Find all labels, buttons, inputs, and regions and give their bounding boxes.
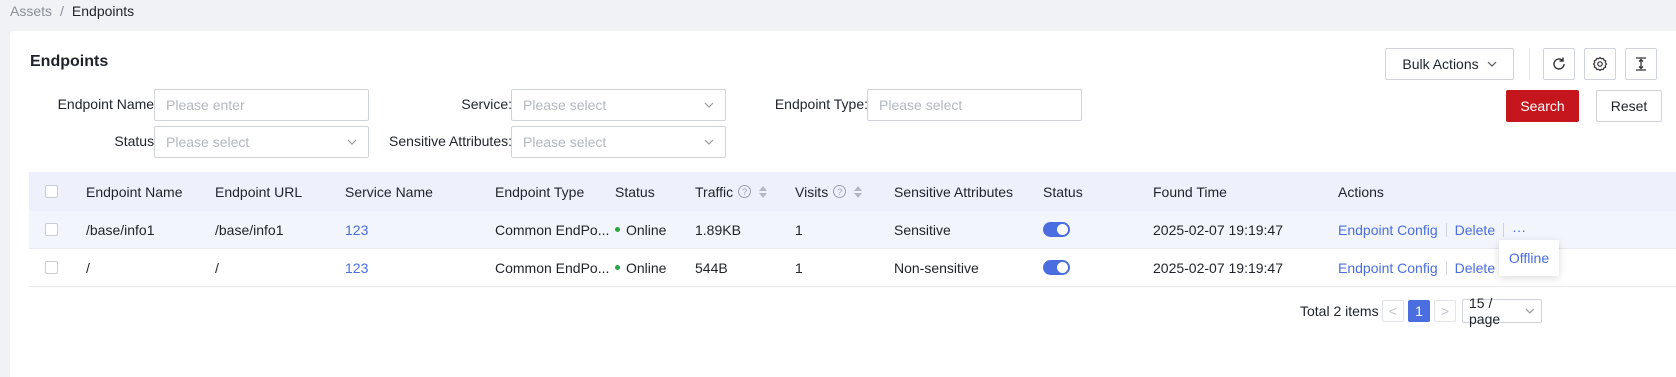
delete-link[interactable]: Delete bbox=[1455, 222, 1495, 238]
traffic-value: 544B bbox=[695, 259, 728, 276]
sensitive-attributes-select[interactable]: Please select bbox=[511, 126, 726, 158]
chevron-down-icon bbox=[704, 139, 714, 145]
actions-cell: Endpoint Config Delete ··· bbox=[1338, 211, 1526, 248]
endpoint-name-input[interactable]: Please enter bbox=[154, 89, 369, 121]
sensitive-attributes-placeholder: Please select bbox=[523, 134, 607, 150]
sort-icon[interactable] bbox=[759, 185, 768, 198]
delete-link[interactable]: Delete bbox=[1455, 260, 1495, 276]
service-name-link[interactable]: 123 bbox=[345, 249, 368, 286]
service-placeholder: Please select bbox=[523, 97, 607, 113]
help-icon: ? bbox=[738, 185, 752, 198]
endpoint-config-link[interactable]: Endpoint Config bbox=[1338, 260, 1438, 276]
chevron-down-icon bbox=[1487, 61, 1497, 67]
table-header: Endpoint Name Endpoint URL Service Name … bbox=[29, 172, 1676, 211]
endpoint-name: /base/info1 bbox=[86, 221, 155, 238]
search-button[interactable]: Search bbox=[1506, 90, 1579, 122]
select-all-checkbox[interactable] bbox=[45, 172, 58, 211]
more-actions-menu: Offline bbox=[1499, 240, 1559, 276]
column-service-name: Service Name bbox=[345, 183, 433, 200]
sensitive-attributes-label: Sensitive Attributes: bbox=[389, 133, 512, 149]
page-size-select[interactable]: 15 / page bbox=[1462, 295, 1542, 327]
endpoint-type-placeholder: Please select bbox=[879, 97, 963, 113]
endpoint-url: /base/info1 bbox=[215, 221, 284, 238]
column-endpoint-type: Endpoint Type bbox=[495, 183, 585, 200]
column-actions: Actions bbox=[1338, 183, 1384, 200]
density-button[interactable] bbox=[1625, 48, 1657, 80]
breadcrumb-current: Endpoints bbox=[71, 3, 135, 19]
toolbar-divider bbox=[1529, 48, 1530, 80]
breadcrumb-assets[interactable]: Assets bbox=[10, 3, 52, 19]
next-page-button[interactable]: > bbox=[1434, 300, 1456, 322]
sort-icon[interactable] bbox=[854, 185, 863, 198]
refresh-icon bbox=[1553, 57, 1565, 70]
endpoint-name: / bbox=[86, 259, 90, 276]
online-dot-icon bbox=[615, 265, 620, 270]
row-checkbox[interactable] bbox=[45, 249, 58, 286]
service-select[interactable]: Please select bbox=[511, 89, 726, 121]
more-actions-icon[interactable]: ··· bbox=[1512, 222, 1526, 238]
gear-icon bbox=[1592, 56, 1608, 72]
column-status: Status bbox=[615, 183, 655, 200]
found-time: 2025-02-07 19:19:47 bbox=[1153, 259, 1283, 276]
offline-menu-item[interactable]: Offline bbox=[1509, 250, 1549, 266]
prev-page-button[interactable]: < bbox=[1382, 300, 1404, 322]
bulk-actions-button[interactable]: Bulk Actions bbox=[1385, 48, 1514, 80]
chevron-down-icon bbox=[704, 102, 714, 108]
bulk-actions-label: Bulk Actions bbox=[1402, 56, 1479, 72]
endpoint-url: / bbox=[215, 259, 219, 276]
page-1-button[interactable]: 1 bbox=[1408, 300, 1430, 322]
chevron-down-icon bbox=[1525, 308, 1535, 314]
endpoints-card: Endpoints Bulk Actions Endpoint Name: Pl… bbox=[10, 31, 1676, 377]
endpoint-name-label: Endpoint Name: bbox=[57, 96, 158, 112]
actions-cell: Endpoint Config Delete bbox=[1338, 249, 1495, 286]
column-traffic[interactable]: Traffic? bbox=[695, 172, 768, 211]
visits-value: 1 bbox=[795, 259, 803, 276]
table-row: /base/info1 /base/info1 123 Common EndPo… bbox=[29, 211, 1676, 249]
settings-button[interactable] bbox=[1584, 48, 1616, 80]
status-label: Status: bbox=[114, 133, 158, 149]
column-found-time: Found Time bbox=[1153, 183, 1227, 200]
sensitive-value: Non-sensitive bbox=[894, 259, 979, 276]
action-divider bbox=[1445, 260, 1447, 275]
action-divider bbox=[1503, 222, 1505, 237]
sensitive-value: Sensitive bbox=[894, 221, 951, 238]
traffic-value: 1.89KB bbox=[695, 221, 741, 238]
help-icon: ? bbox=[833, 185, 847, 198]
endpoint-config-link[interactable]: Endpoint Config bbox=[1338, 222, 1438, 238]
endpoint-type-select[interactable]: Please select bbox=[867, 89, 1082, 121]
reset-button[interactable]: Reset bbox=[1596, 90, 1662, 122]
row-checkbox[interactable] bbox=[45, 211, 58, 248]
status-placeholder: Please select bbox=[166, 134, 250, 150]
column-visits[interactable]: Visits? bbox=[795, 172, 863, 211]
page-title: Endpoints bbox=[30, 53, 109, 70]
online-dot-icon bbox=[615, 227, 620, 232]
status-badge: Online bbox=[615, 211, 666, 248]
pagination-controls: < 1 > 15 / page bbox=[1382, 295, 1542, 327]
service-name-link[interactable]: 123 bbox=[345, 211, 368, 248]
endpoint-name-placeholder: Please enter bbox=[166, 97, 245, 113]
table-row: / / 123 Common EndPo... Online 544B 1 No… bbox=[29, 249, 1676, 287]
found-time: 2025-02-07 19:19:47 bbox=[1153, 221, 1283, 238]
endpoint-type: Common EndPo... bbox=[495, 221, 610, 238]
column-endpoint-name: Endpoint Name bbox=[86, 183, 183, 200]
page-size-label: 15 / page bbox=[1469, 295, 1501, 327]
status-toggle[interactable] bbox=[1043, 211, 1070, 248]
endpoint-type-label: Endpoint Type: bbox=[774, 96, 868, 112]
chevron-down-icon bbox=[347, 139, 357, 145]
status-toggle[interactable] bbox=[1043, 249, 1070, 286]
breadcrumb: Assets / Endpoints bbox=[10, 3, 134, 19]
column-sensitive-attributes: Sensitive Attributes bbox=[894, 183, 1014, 200]
service-label: Service: bbox=[461, 96, 512, 112]
status-select[interactable]: Please select bbox=[154, 126, 369, 158]
pagination-total: Total 2 items bbox=[1300, 303, 1379, 319]
refresh-button[interactable] bbox=[1543, 48, 1575, 80]
status-badge: Online bbox=[615, 249, 666, 286]
column-enabled-status: Status bbox=[1043, 183, 1083, 200]
row-height-icon bbox=[1636, 57, 1646, 71]
endpoint-type: Common EndPo... bbox=[495, 259, 610, 276]
visits-value: 1 bbox=[795, 221, 803, 238]
column-endpoint-url: Endpoint URL bbox=[215, 183, 303, 200]
breadcrumb-separator: / bbox=[60, 3, 64, 19]
action-divider bbox=[1445, 222, 1447, 237]
